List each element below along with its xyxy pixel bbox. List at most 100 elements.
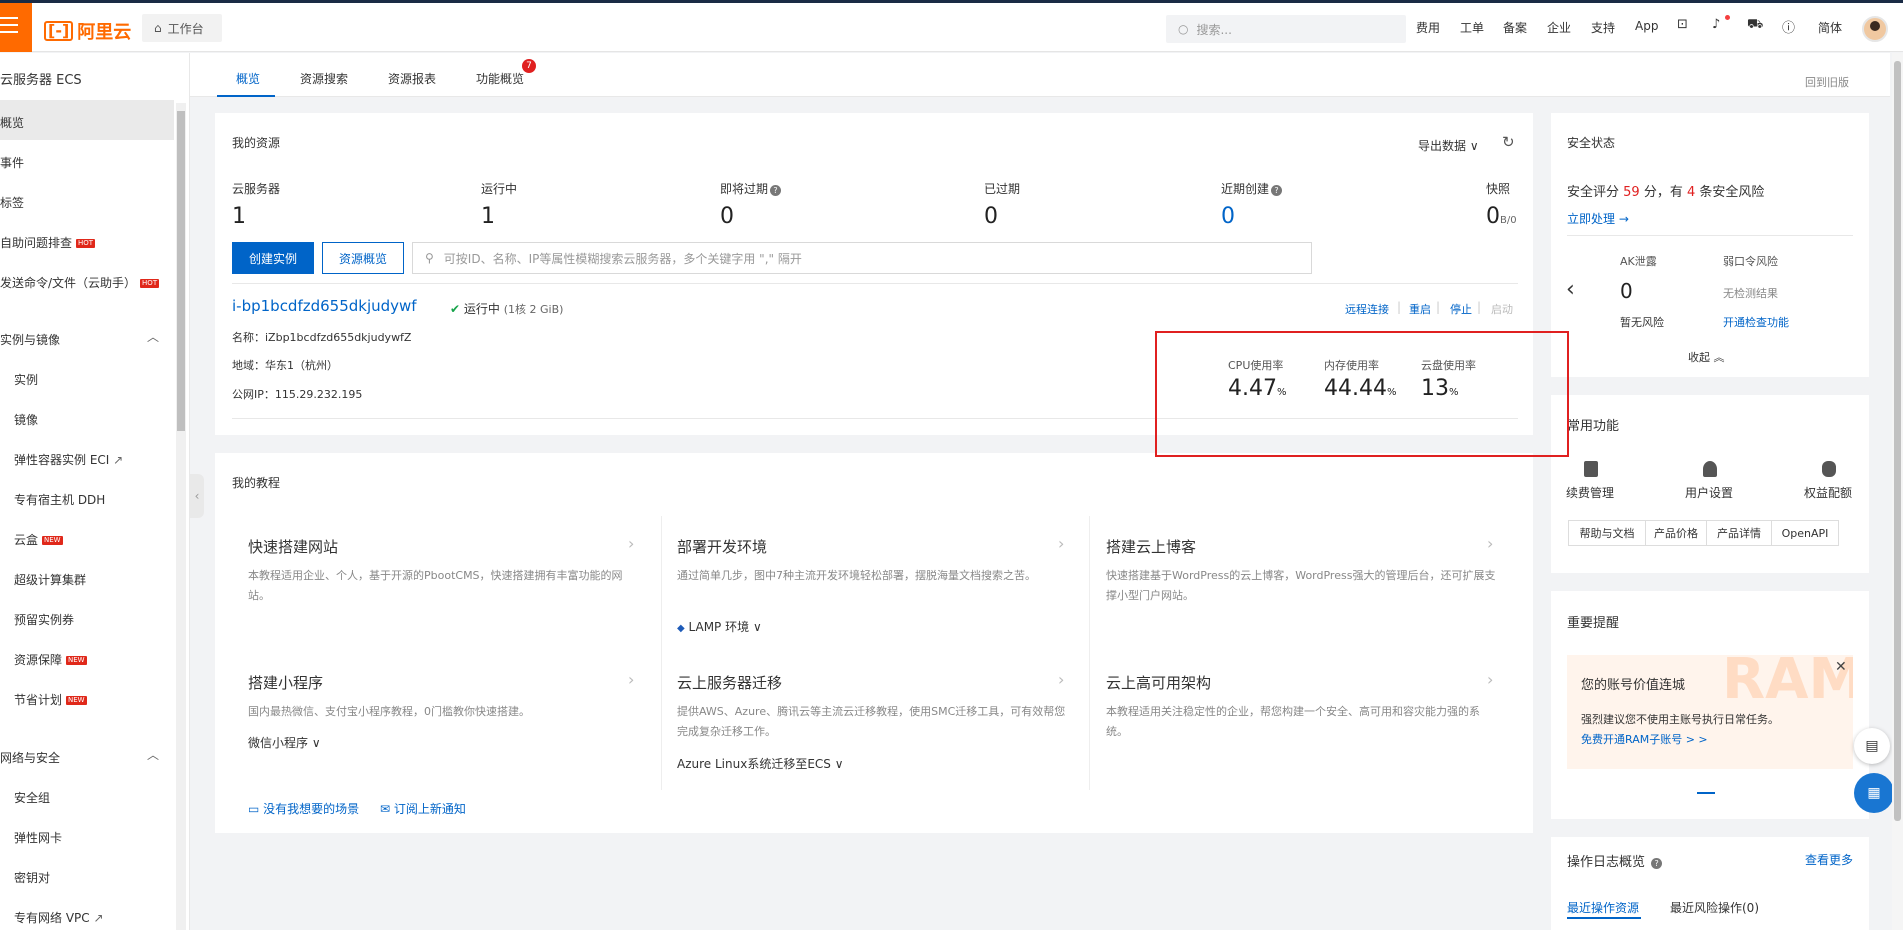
tutorial-title-blog[interactable]: 搭建云上博客 [1106, 536, 1196, 557]
product-detail-button[interactable]: 产品详情 [1706, 520, 1772, 546]
sidebar-item-instances[interactable]: 实例 [14, 371, 38, 388]
create-instance-button[interactable]: 创建实例 [232, 242, 314, 274]
help-icon[interactable]: ? [770, 185, 782, 196]
cart-icon[interactable]: ⛟ [1747, 17, 1763, 34]
collapse-button[interactable]: 收起 ︽ [1688, 349, 1725, 365]
stat-value-expired[interactable]: 0 [984, 204, 998, 229]
sidebar-item-reserved[interactable]: 预留实例券 [14, 611, 74, 628]
sidebar-item-savings[interactable]: 节省计划 NEW [14, 691, 87, 708]
back-to-old-version[interactable]: 回到旧版 [1805, 74, 1849, 90]
azure-migration-dropdown[interactable]: Azure Linux系统迁移至ECS ∨ [677, 755, 844, 772]
stat-value-recent[interactable]: 0 [1221, 204, 1235, 229]
renewal-management[interactable]: 续费管理 [1566, 484, 1614, 501]
tutorial-title-devenv[interactable]: 部署开发环境 [677, 536, 767, 557]
sidebar-item-keypair[interactable]: 密钥对 [14, 869, 50, 886]
stat-value-running[interactable]: 1 [481, 204, 495, 229]
global-search-input[interactable]: ○ 搜索... [1166, 15, 1406, 43]
tab-overview[interactable]: 概览 [236, 70, 260, 87]
stat-value-snapshot[interactable]: 0B/0 [1486, 204, 1517, 229]
wechat-miniprogram-dropdown[interactable]: 微信小程序 ∨ [248, 734, 321, 751]
tab-recent-resources[interactable]: 最近操作资源 [1567, 899, 1639, 916]
instance-id-link[interactable]: i-bp1bcdfzd655dkjudywf [232, 297, 417, 315]
carousel-indicator[interactable] [1697, 792, 1715, 794]
help-icon[interactable]: ⓘ [1782, 17, 1795, 36]
no-scenario-link[interactable]: ▭ 没有我想要的场景 [248, 800, 359, 817]
chevron-right-icon[interactable]: › [628, 534, 634, 553]
help-icon[interactable]: ? [1651, 858, 1663, 869]
product-price-button[interactable]: 产品价格 [1645, 520, 1707, 546]
sidebar-item-eci[interactable]: 弹性容器实例 ECI ↗ [14, 451, 123, 468]
bell-icon[interactable]: ♪ [1712, 17, 1720, 32]
nav-support[interactable]: 支持 [1591, 19, 1615, 36]
lamp-env-dropdown[interactable]: ◆ LAMP 环境 ∨ [677, 618, 762, 635]
help-docs-button[interactable]: 帮助与文档 [1568, 520, 1646, 546]
chevron-right-icon[interactable]: › [1487, 534, 1493, 553]
restart-link[interactable]: 重启 [1409, 301, 1431, 317]
chevron-right-icon[interactable]: › [628, 670, 634, 689]
nav-enterprise[interactable]: 企业 [1547, 19, 1571, 36]
nav-app[interactable]: App [1635, 19, 1658, 33]
subscribe-link[interactable]: ✉ 订阅上新通知 [380, 800, 466, 817]
sidebar-section-network[interactable]: 网络与安全 [0, 749, 60, 766]
banner-link[interactable]: 免费开通RAM子账号 > > [1581, 731, 1708, 747]
sidebar-item-cloudbox[interactable]: 云盒 NEW [14, 531, 63, 548]
sidebar-collapse-handle[interactable]: ‹ [190, 474, 204, 518]
export-data-button[interactable]: 导出数据 ∨ [1418, 137, 1479, 154]
sidebar-item-vpc[interactable]: 专有网络 VPC ↗ [14, 909, 104, 926]
sidebar-section-instances[interactable]: 实例与镜像 [0, 331, 60, 348]
view-more-link[interactable]: 查看更多 [1805, 851, 1853, 868]
resource-overview-button[interactable]: 资源概览 [322, 242, 404, 274]
chevron-left-icon[interactable]: ‹ [1566, 277, 1575, 302]
tab-resource-search[interactable]: 资源搜索 [300, 70, 348, 87]
tutorial-title-migration[interactable]: 云上服务器迁移 [677, 672, 782, 693]
tutorial-title-website[interactable]: 快速搭建网站 [248, 536, 338, 557]
stat-value-expiring[interactable]: 0 [720, 204, 734, 229]
sidebar-item-events[interactable]: 事件 [0, 154, 24, 171]
remote-connect-link[interactable]: 远程连接 [1345, 301, 1389, 317]
handle-now-link[interactable]: 立即处理 → [1567, 210, 1629, 227]
sidebar-scroll-thumb[interactable] [177, 111, 185, 431]
stat-value-servers[interactable]: 1 [232, 204, 246, 229]
stop-link[interactable]: 停止 [1450, 301, 1472, 317]
sidebar-item-tags[interactable]: 标签 [0, 194, 24, 211]
sidebar-item-eni[interactable]: 弹性网卡 [14, 829, 62, 846]
sidebar-scrollbar[interactable] [176, 103, 186, 930]
sidebar-item-assurance[interactable]: 资源保障 NEW [14, 651, 87, 668]
chevron-right-icon[interactable]: › [1058, 670, 1064, 689]
help-icon[interactable]: ? [1271, 185, 1283, 196]
workbench-button[interactable]: ⌂ 工作台 [142, 14, 222, 42]
sidebar-item-ddh[interactable]: 专有宿主机 DDH [14, 491, 105, 508]
instance-search-input[interactable]: ⚲ 可按ID、名称、IP等属性模糊搜索云服务器，多个关键字用 "," 隔开 [412, 242, 1312, 274]
nav-billing[interactable]: 费用 [1416, 19, 1440, 36]
language-switch[interactable]: 简体 [1818, 19, 1842, 36]
chevron-right-icon[interactable]: › [1058, 534, 1064, 553]
sidebar-item-troubleshoot[interactable]: 自助问题排查 HOT [0, 234, 96, 251]
chevron-up-icon[interactable]: ︿ [147, 328, 159, 345]
tutorial-title-miniprogram[interactable]: 搭建小程序 [248, 672, 323, 693]
user-avatar[interactable] [1862, 16, 1888, 42]
sidebar-item-overview[interactable]: 概览 [0, 114, 24, 131]
page-scroll-thumb[interactable] [1894, 61, 1901, 821]
aliyun-logo[interactable]: [-] 阿里云 [44, 18, 131, 44]
rights-quota[interactable]: 权益配额 [1804, 484, 1852, 501]
apps-grid-icon[interactable]: ▦ [1854, 773, 1894, 813]
refresh-icon[interactable]: ↻ [1502, 133, 1515, 151]
nav-filing[interactable]: 备案 [1503, 19, 1527, 36]
tab-resource-report[interactable]: 资源报表 [388, 70, 436, 87]
tab-feature-overview[interactable]: 功能概览 [476, 70, 524, 87]
tutorial-title-ha[interactable]: 云上高可用架构 [1106, 672, 1211, 693]
menu-icon[interactable] [0, 3, 32, 52]
user-settings[interactable]: 用户设置 [1685, 484, 1733, 501]
terminal-icon[interactable]: ⊡ [1677, 17, 1688, 32]
nav-ticket[interactable]: 工单 [1460, 19, 1484, 36]
sidebar-item-hpc[interactable]: 超级计算集群 [14, 571, 86, 588]
chevron-right-icon[interactable]: › [1487, 670, 1493, 689]
sidebar-item-images[interactable]: 镜像 [14, 411, 38, 428]
openapi-button[interactable]: OpenAPI [1771, 520, 1839, 546]
sidebar-item-security-group[interactable]: 安全组 [14, 789, 50, 806]
close-icon[interactable]: ✕ [1835, 659, 1847, 675]
page-scrollbar[interactable] [1892, 53, 1903, 930]
chevron-up-icon[interactable]: ︿ [147, 746, 159, 763]
chat-icon[interactable]: ▤ [1854, 728, 1890, 764]
tab-recent-risk[interactable]: 最近风险操作(0) [1670, 899, 1759, 916]
